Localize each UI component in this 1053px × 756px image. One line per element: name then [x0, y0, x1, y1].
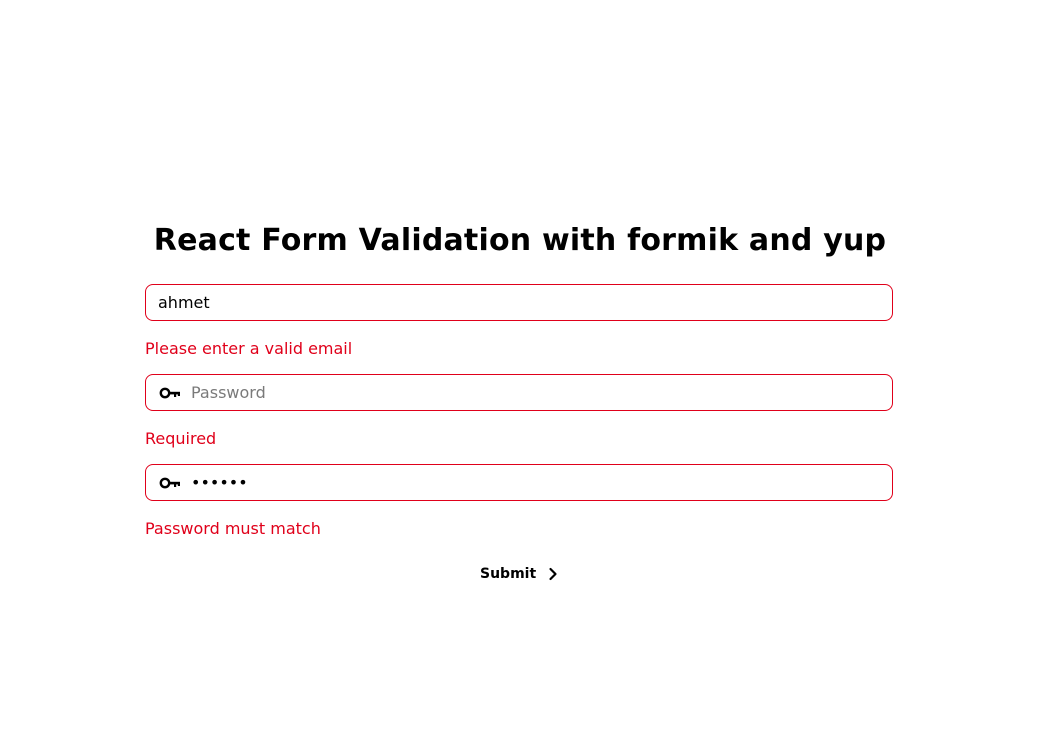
submit-button[interactable]: Submit: [470, 561, 570, 587]
key-icon: [159, 386, 183, 400]
email-error: Please enter a valid email: [145, 339, 353, 358]
password-input[interactable]: [191, 375, 892, 410]
password-error: Required: [145, 429, 217, 448]
password-field-wrapper: [145, 374, 893, 411]
page-title: React Form Validation with formik and yu…: [153, 223, 887, 258]
submit-label: Submit: [480, 566, 537, 582]
key-icon: [159, 476, 183, 490]
email-input[interactable]: [146, 285, 892, 320]
page: React Form Validation with formik and yu…: [0, 0, 1053, 756]
confirm-password-field-wrapper: [145, 464, 893, 501]
chevron-right-icon: [548, 567, 560, 581]
confirm-password-error: Password must match: [145, 519, 321, 538]
confirm-password-input[interactable]: [191, 465, 892, 500]
email-field-wrapper: [145, 284, 893, 321]
